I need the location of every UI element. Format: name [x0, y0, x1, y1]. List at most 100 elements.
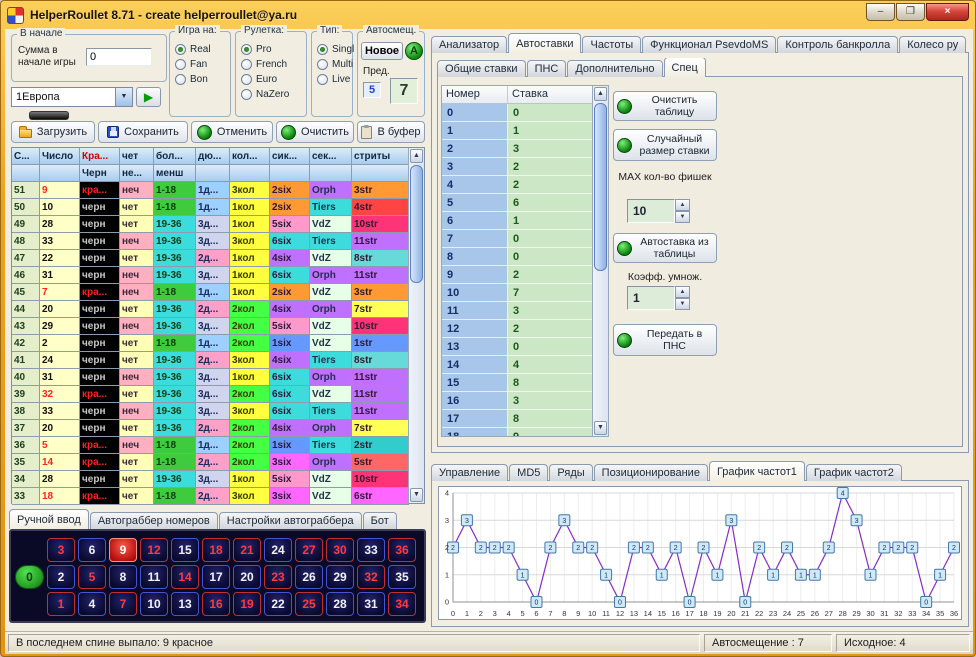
max-chips-value[interactable]: 10 [627, 199, 675, 223]
bet-value[interactable]: 9 [508, 428, 594, 436]
bet-value[interactable]: 0 [508, 104, 594, 122]
tab-Управление[interactable]: Управление [431, 464, 508, 481]
number-button-34[interactable]: 34 [388, 592, 416, 616]
number-button-28[interactable]: 28 [326, 592, 354, 616]
save-button[interactable]: Сохранить [98, 121, 188, 143]
number-button-12[interactable]: 12 [140, 538, 168, 562]
bet-value[interactable]: 8 [508, 374, 594, 392]
max-chips-input[interactable]: 10 ▲ ▼ [627, 199, 690, 223]
number-button-14[interactable]: 14 [171, 565, 199, 589]
bet-value[interactable]: 0 [508, 230, 594, 248]
tab-Ряды[interactable]: Ряды [549, 464, 592, 481]
tab-Функционал PsevdoMS[interactable]: Функционал PsevdoMS [642, 36, 776, 53]
radio-Live[interactable]: Live [312, 70, 352, 85]
multiplier-input[interactable]: 1 ▲ ▼ [627, 286, 690, 310]
number-button-26[interactable]: 26 [295, 565, 323, 589]
number-button-32[interactable]: 32 [357, 565, 385, 589]
number-button-10[interactable]: 10 [140, 592, 168, 616]
radio-French[interactable]: French [236, 55, 306, 70]
bet-value[interactable]: 8 [508, 410, 594, 428]
spin-up-icon[interactable]: ▲ [675, 286, 690, 298]
maximize-button[interactable]: ❐ [896, 3, 925, 21]
scroll-down-icon[interactable]: ▼ [594, 421, 607, 435]
radio-Bon[interactable]: Bon [170, 70, 230, 85]
bet-value[interactable]: 2 [508, 320, 594, 338]
number-button-35[interactable]: 35 [388, 565, 416, 589]
send-to-pns-button[interactable]: Передать в ПНС [613, 324, 717, 356]
scroll-thumb[interactable] [410, 165, 423, 283]
number-button-0[interactable]: 0 [15, 565, 44, 589]
number-button-20[interactable]: 20 [233, 565, 261, 589]
number-button-4[interactable]: 4 [78, 592, 106, 616]
spin-up-icon[interactable]: ▲ [675, 199, 690, 211]
number-button-22[interactable]: 22 [264, 592, 292, 616]
tab-График частот2[interactable]: График частот2 [806, 464, 902, 481]
random-bet-size-button[interactable]: Случайный размер ставки [613, 129, 717, 161]
tab-Частоты[interactable]: Частоты [582, 36, 641, 53]
number-button-9[interactable]: 9 [109, 538, 137, 562]
minimize-button[interactable]: – [866, 3, 895, 21]
tab-Автоставки[interactable]: Автоставки [508, 33, 581, 53]
radio-Singl[interactable]: Singl [312, 40, 352, 55]
bets-scrollbar[interactable]: ▲ ▼ [592, 86, 608, 436]
tab-Колесо ру[interactable]: Колесо ру [899, 36, 966, 53]
scroll-thumb[interactable] [594, 103, 607, 271]
to-buffer-button[interactable]: В буфер [357, 121, 425, 143]
radio-Euro[interactable]: Euro [236, 70, 306, 85]
autobet-from-table-button[interactable]: Автоставка из таблицы [613, 233, 717, 263]
autoshift-a-icon[interactable]: A [405, 42, 423, 60]
small-dark-button[interactable] [29, 111, 69, 120]
radio-Multi[interactable]: Multi [312, 55, 352, 70]
play-button[interactable]: ▶ [136, 87, 161, 107]
new-button[interactable]: Новое [361, 42, 403, 60]
number-button-8[interactable]: 8 [109, 565, 137, 589]
spin-down-icon[interactable]: ▼ [675, 298, 690, 310]
number-button-6[interactable]: 6 [78, 538, 106, 562]
multiplier-value[interactable]: 1 [627, 286, 675, 310]
bet-value[interactable]: 3 [508, 302, 594, 320]
number-button-24[interactable]: 24 [264, 538, 292, 562]
bet-value[interactable]: 3 [508, 140, 594, 158]
number-button-36[interactable]: 36 [388, 538, 416, 562]
tab-Автограббер номеров[interactable]: Автограббер номеров [90, 512, 218, 529]
number-button-1[interactable]: 1 [47, 592, 75, 616]
number-button-13[interactable]: 13 [171, 592, 199, 616]
bet-value[interactable]: 6 [508, 194, 594, 212]
tab-Общие ставки[interactable]: Общие ставки [437, 60, 526, 77]
radio-Fan[interactable]: Fan [170, 55, 230, 70]
tab-MD5[interactable]: MD5 [509, 464, 548, 481]
tab-Ручной ввод[interactable]: Ручной ввод [9, 509, 89, 529]
bet-value[interactable]: 0 [508, 338, 594, 356]
bet-value[interactable]: 7 [508, 284, 594, 302]
tab-Анализатор[interactable]: Анализатор [431, 36, 507, 53]
sum-input[interactable] [86, 48, 152, 66]
number-button-2[interactable]: 2 [47, 565, 75, 589]
radio-Pro[interactable]: Pro [236, 40, 306, 55]
number-button-5[interactable]: 5 [78, 565, 106, 589]
close-button[interactable]: × [926, 3, 969, 21]
number-button-29[interactable]: 29 [326, 565, 354, 589]
number-button-21[interactable]: 21 [233, 538, 261, 562]
number-button-18[interactable]: 18 [202, 538, 230, 562]
bet-value[interactable]: 2 [508, 158, 594, 176]
tab-Настройки автограббера[interactable]: Настройки автограббера [219, 512, 362, 529]
radio-NaZero[interactable]: NaZero [236, 85, 306, 100]
bet-value[interactable]: 1 [508, 212, 594, 230]
bet-value[interactable]: 0 [508, 248, 594, 266]
number-button-7[interactable]: 7 [109, 592, 137, 616]
tab-График частот1[interactable]: График частот1 [709, 461, 805, 481]
tab-Позиционирование[interactable]: Позиционирование [594, 464, 708, 481]
scroll-up-icon[interactable]: ▲ [410, 149, 423, 163]
number-button-16[interactable]: 16 [202, 592, 230, 616]
number-button-11[interactable]: 11 [140, 565, 168, 589]
number-button-27[interactable]: 27 [295, 538, 323, 562]
undo-button[interactable]: Отменить [191, 121, 273, 143]
number-button-33[interactable]: 33 [357, 538, 385, 562]
number-button-23[interactable]: 23 [264, 565, 292, 589]
clear-bets-table-button[interactable]: Очистить таблицу [613, 91, 717, 121]
number-button-17[interactable]: 17 [202, 565, 230, 589]
number-button-19[interactable]: 19 [233, 592, 261, 616]
radio-Real[interactable]: Real [170, 40, 230, 55]
tab-Бот[interactable]: Бот [363, 512, 397, 529]
number-button-3[interactable]: 3 [47, 538, 75, 562]
